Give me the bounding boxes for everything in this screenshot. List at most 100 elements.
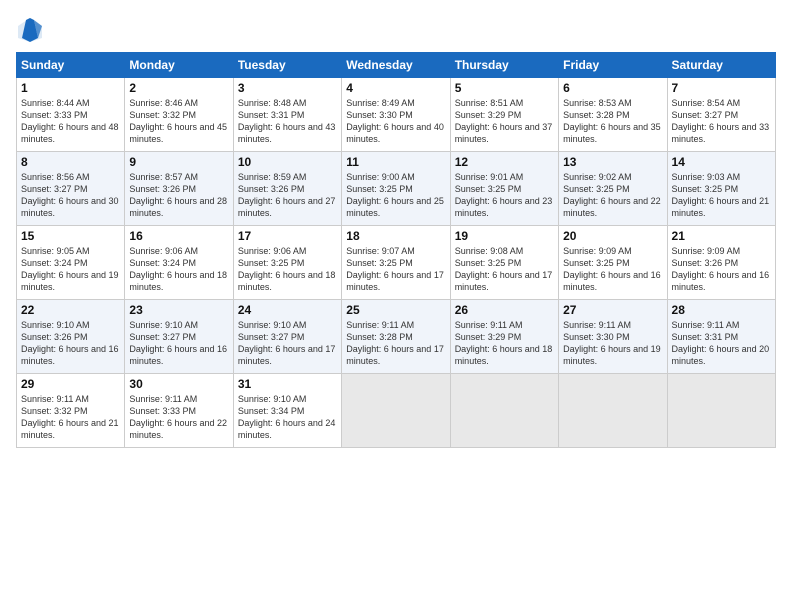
calendar-cell: 27Sunrise: 9:11 AMSunset: 3:30 PMDayligh… <box>559 300 667 374</box>
calendar-cell: 12Sunrise: 9:01 AMSunset: 3:25 PMDayligh… <box>450 152 558 226</box>
weekday-header-sunday: Sunday <box>17 53 125 78</box>
calendar-cell: 29 Sunrise: 9:11 AMSunset: 3:32 PMDayligh… <box>17 374 125 448</box>
cell-info: Sunrise: 9:10 AMSunset: 3:27 PMDaylight:… <box>129 320 227 366</box>
day-number: 21 <box>672 229 771 243</box>
calendar-cell: 22 Sunrise: 9:10 AMSunset: 3:26 PMDayligh… <box>17 300 125 374</box>
day-number: 17 <box>238 229 337 243</box>
calendar-cell: 17 Sunrise: 9:06 AMSunset: 3:25 PMDayligh… <box>233 226 341 300</box>
calendar-cell: 11 Sunrise: 9:00 AMSunset: 3:25 PMDayligh… <box>342 152 450 226</box>
calendar-cell: 24Sunrise: 9:10 AMSunset: 3:27 PMDayligh… <box>233 300 341 374</box>
day-number: 23 <box>129 303 228 317</box>
calendar-cell <box>559 374 667 448</box>
calendar-cell: 5 Sunrise: 8:51 AMSunset: 3:29 PMDaylight… <box>450 78 558 152</box>
calendar-cell <box>667 374 775 448</box>
day-number: 13 <box>563 155 662 169</box>
day-number: 8 <box>21 155 120 169</box>
weekday-header-tuesday: Tuesday <box>233 53 341 78</box>
cell-info: Sunrise: 8:44 AMSunset: 3:33 PMDaylight:… <box>21 98 119 144</box>
calendar-cell: 25Sunrise: 9:11 AMSunset: 3:28 PMDayligh… <box>342 300 450 374</box>
weekday-header-wednesday: Wednesday <box>342 53 450 78</box>
calendar-cell: 26Sunrise: 9:11 AMSunset: 3:29 PMDayligh… <box>450 300 558 374</box>
cell-info: Sunrise: 8:51 AMSunset: 3:29 PMDaylight:… <box>455 98 553 144</box>
calendar-cell: 7 Sunrise: 8:54 AMSunset: 3:27 PMDaylight… <box>667 78 775 152</box>
calendar-cell: 20Sunrise: 9:09 AMSunset: 3:25 PMDayligh… <box>559 226 667 300</box>
calendar-cell: 21Sunrise: 9:09 AMSunset: 3:26 PMDayligh… <box>667 226 775 300</box>
day-number: 3 <box>238 81 337 95</box>
calendar-cell: 9Sunrise: 8:57 AMSunset: 3:26 PMDaylight… <box>125 152 233 226</box>
calendar-cell: 13 Sunrise: 9:02 AMSunset: 3:25 PMDayligh… <box>559 152 667 226</box>
calendar-table: SundayMondayTuesdayWednesdayThursdayFrid… <box>16 52 776 448</box>
calendar-cell: 23 Sunrise: 9:10 AMSunset: 3:27 PMDayligh… <box>125 300 233 374</box>
calendar-cell: 16 Sunrise: 9:06 AMSunset: 3:24 PMDayligh… <box>125 226 233 300</box>
cell-info: Sunrise: 9:10 AMSunset: 3:26 PMDaylight:… <box>21 320 119 366</box>
cell-info: Sunrise: 9:10 AMSunset: 3:34 PMDaylight:… <box>238 394 336 440</box>
cell-info: Sunrise: 9:00 AMSunset: 3:25 PMDaylight:… <box>346 172 444 218</box>
day-number: 6 <box>563 81 662 95</box>
calendar-cell: 10 Sunrise: 8:59 AMSunset: 3:26 PMDayligh… <box>233 152 341 226</box>
calendar-cell: 4Sunrise: 8:49 AMSunset: 3:30 PMDaylight… <box>342 78 450 152</box>
day-number: 19 <box>455 229 554 243</box>
cell-info: Sunrise: 8:56 AMSunset: 3:27 PMDaylight:… <box>21 172 119 218</box>
calendar-cell: 6 Sunrise: 8:53 AMSunset: 3:28 PMDaylight… <box>559 78 667 152</box>
weekday-header-monday: Monday <box>125 53 233 78</box>
cell-info: Sunrise: 9:11 AMSunset: 3:32 PMDaylight:… <box>21 394 119 440</box>
cell-info: Sunrise: 8:48 AMSunset: 3:31 PMDaylight:… <box>238 98 336 144</box>
calendar-cell: 28Sunrise: 9:11 AMSunset: 3:31 PMDayligh… <box>667 300 775 374</box>
calendar-cell <box>342 374 450 448</box>
cell-info: Sunrise: 9:08 AMSunset: 3:25 PMDaylight:… <box>455 246 553 292</box>
day-number: 16 <box>129 229 228 243</box>
weekday-header-row: SundayMondayTuesdayWednesdayThursdayFrid… <box>17 53 776 78</box>
calendar-cell: 31 Sunrise: 9:10 AMSunset: 3:34 PMDayligh… <box>233 374 341 448</box>
cell-info: Sunrise: 9:11 AMSunset: 3:30 PMDaylight:… <box>563 320 661 366</box>
cell-info: Sunrise: 9:07 AMSunset: 3:25 PMDaylight:… <box>346 246 444 292</box>
cell-info: Sunrise: 9:01 AMSunset: 3:25 PMDaylight:… <box>455 172 553 218</box>
cell-info: Sunrise: 9:09 AMSunset: 3:25 PMDaylight:… <box>563 246 661 292</box>
weekday-header-thursday: Thursday <box>450 53 558 78</box>
calendar-cell: 14 Sunrise: 9:03 AMSunset: 3:25 PMDayligh… <box>667 152 775 226</box>
calendar-week-row: 15 Sunrise: 9:05 AMSunset: 3:24 PMDayligh… <box>17 226 776 300</box>
weekday-header-friday: Friday <box>559 53 667 78</box>
calendar-cell: 1Sunrise: 8:44 AMSunset: 3:33 PMDaylight… <box>17 78 125 152</box>
day-number: 5 <box>455 81 554 95</box>
calendar-cell <box>450 374 558 448</box>
cell-info: Sunrise: 8:53 AMSunset: 3:28 PMDaylight:… <box>563 98 661 144</box>
calendar-cell: 8 Sunrise: 8:56 AMSunset: 3:27 PMDaylight… <box>17 152 125 226</box>
cell-info: Sunrise: 9:03 AMSunset: 3:25 PMDaylight:… <box>672 172 770 218</box>
day-number: 31 <box>238 377 337 391</box>
calendar-cell: 19 Sunrise: 9:08 AMSunset: 3:25 PMDayligh… <box>450 226 558 300</box>
cell-info: Sunrise: 9:02 AMSunset: 3:25 PMDaylight:… <box>563 172 661 218</box>
calendar-cell: 15 Sunrise: 9:05 AMSunset: 3:24 PMDayligh… <box>17 226 125 300</box>
calendar-cell: 3 Sunrise: 8:48 AMSunset: 3:31 PMDaylight… <box>233 78 341 152</box>
logo-icon <box>16 16 44 44</box>
calendar-cell: 18Sunrise: 9:07 AMSunset: 3:25 PMDayligh… <box>342 226 450 300</box>
day-number: 10 <box>238 155 337 169</box>
day-number: 2 <box>129 81 228 95</box>
cell-info: Sunrise: 9:11 AMSunset: 3:33 PMDaylight:… <box>129 394 227 440</box>
calendar-cell: 30 Sunrise: 9:11 AMSunset: 3:33 PMDayligh… <box>125 374 233 448</box>
day-number: 30 <box>129 377 228 391</box>
cell-info: Sunrise: 9:06 AMSunset: 3:25 PMDaylight:… <box>238 246 336 292</box>
calendar-week-row: 1Sunrise: 8:44 AMSunset: 3:33 PMDaylight… <box>17 78 776 152</box>
header <box>16 12 776 44</box>
day-number: 7 <box>672 81 771 95</box>
day-number: 29 <box>21 377 120 391</box>
day-number: 15 <box>21 229 120 243</box>
weekday-header-saturday: Saturday <box>667 53 775 78</box>
day-number: 22 <box>21 303 120 317</box>
page: SundayMondayTuesdayWednesdayThursdayFrid… <box>0 0 792 612</box>
calendar-week-row: 8 Sunrise: 8:56 AMSunset: 3:27 PMDaylight… <box>17 152 776 226</box>
cell-info: Sunrise: 9:05 AMSunset: 3:24 PMDaylight:… <box>21 246 119 292</box>
logo <box>16 16 48 44</box>
cell-info: Sunrise: 8:54 AMSunset: 3:27 PMDaylight:… <box>672 98 770 144</box>
day-number: 14 <box>672 155 771 169</box>
cell-info: Sunrise: 9:06 AMSunset: 3:24 PMDaylight:… <box>129 246 227 292</box>
calendar-cell: 2Sunrise: 8:46 AMSunset: 3:32 PMDaylight… <box>125 78 233 152</box>
calendar-week-row: 22 Sunrise: 9:10 AMSunset: 3:26 PMDayligh… <box>17 300 776 374</box>
cell-info: Sunrise: 9:11 AMSunset: 3:31 PMDaylight:… <box>672 320 770 366</box>
cell-info: Sunrise: 8:59 AMSunset: 3:26 PMDaylight:… <box>238 172 336 218</box>
calendar-body: 1Sunrise: 8:44 AMSunset: 3:33 PMDaylight… <box>17 78 776 448</box>
day-number: 11 <box>346 155 445 169</box>
day-number: 25 <box>346 303 445 317</box>
calendar-week-row: 29 Sunrise: 9:11 AMSunset: 3:32 PMDayligh… <box>17 374 776 448</box>
cell-info: Sunrise: 8:57 AMSunset: 3:26 PMDaylight:… <box>129 172 227 218</box>
